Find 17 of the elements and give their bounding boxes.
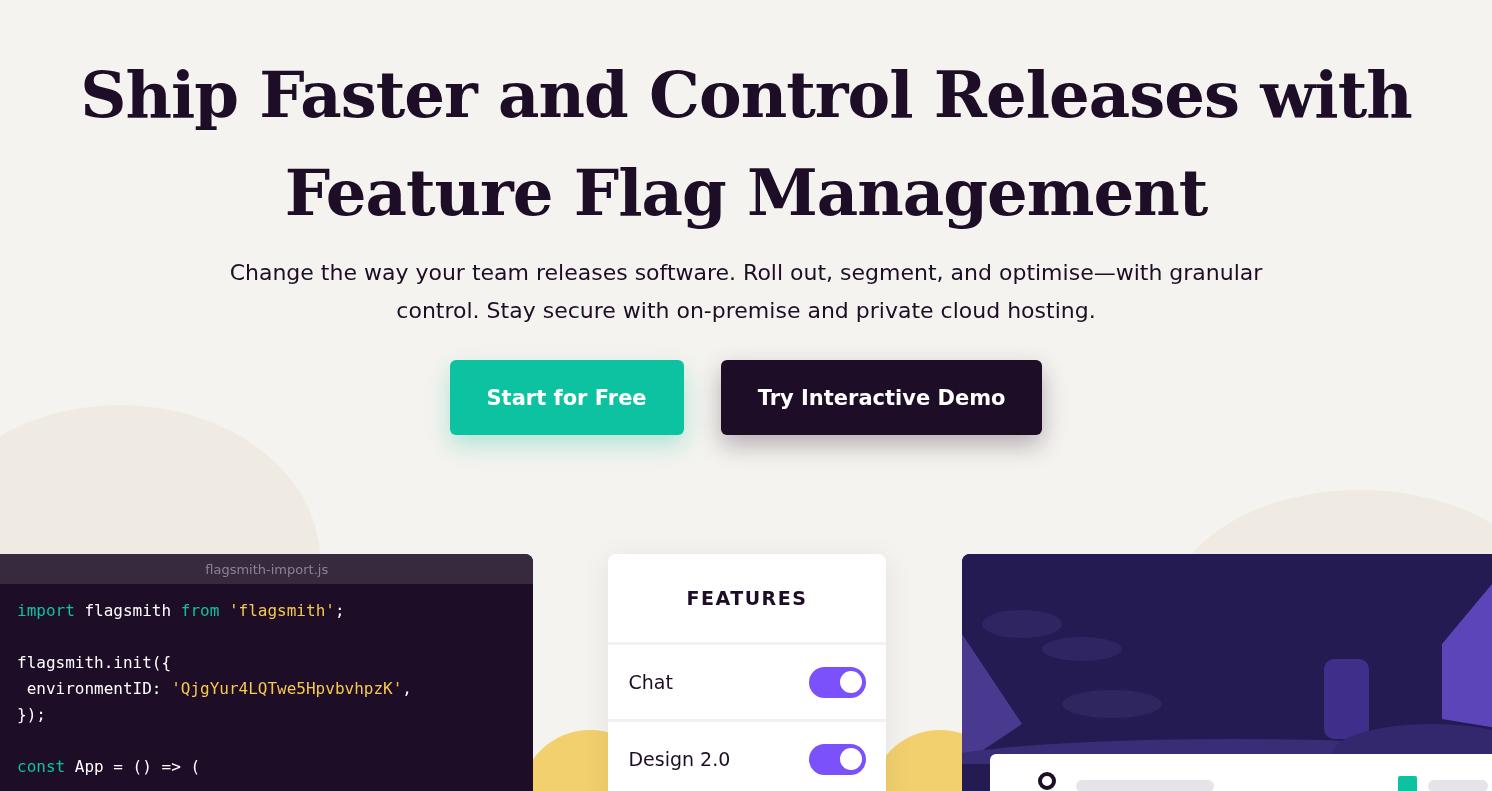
feature-label: Chat bbox=[628, 671, 673, 693]
user-icon bbox=[1035, 772, 1058, 791]
toggle-switch[interactable] bbox=[808, 743, 866, 775]
code-line: import flagsmith from 'flagsmith'; bbox=[17, 600, 346, 622]
code-line: flagsmith.init({ bbox=[17, 652, 173, 674]
code-line: environmentID: 'QjgYur4LQTwe5HpvbvhpzK', bbox=[25, 678, 413, 700]
headline: Ship Faster and Control Releases with Feature Flag Management bbox=[79, 56, 1413, 232]
file-name: flagsmith-import.js bbox=[0, 554, 534, 584]
demo-button[interactable]: Try Interactive Demo bbox=[720, 360, 1043, 435]
feature-label: Design 2.0 bbox=[628, 748, 731, 770]
toggle-switch[interactable] bbox=[808, 666, 866, 698]
status-square bbox=[1397, 776, 1417, 791]
card-title: FEATURES bbox=[608, 554, 886, 645]
placeholder-bar bbox=[1427, 780, 1488, 791]
code-line: const App = () => ( bbox=[17, 756, 202, 778]
subtitle: Change the way your team releases software. Roll out, segment, and optimise—with granular control. Stay secure with on-premise and private cloud hosting. bbox=[228, 259, 1264, 325]
code-line: }); bbox=[17, 704, 47, 726]
